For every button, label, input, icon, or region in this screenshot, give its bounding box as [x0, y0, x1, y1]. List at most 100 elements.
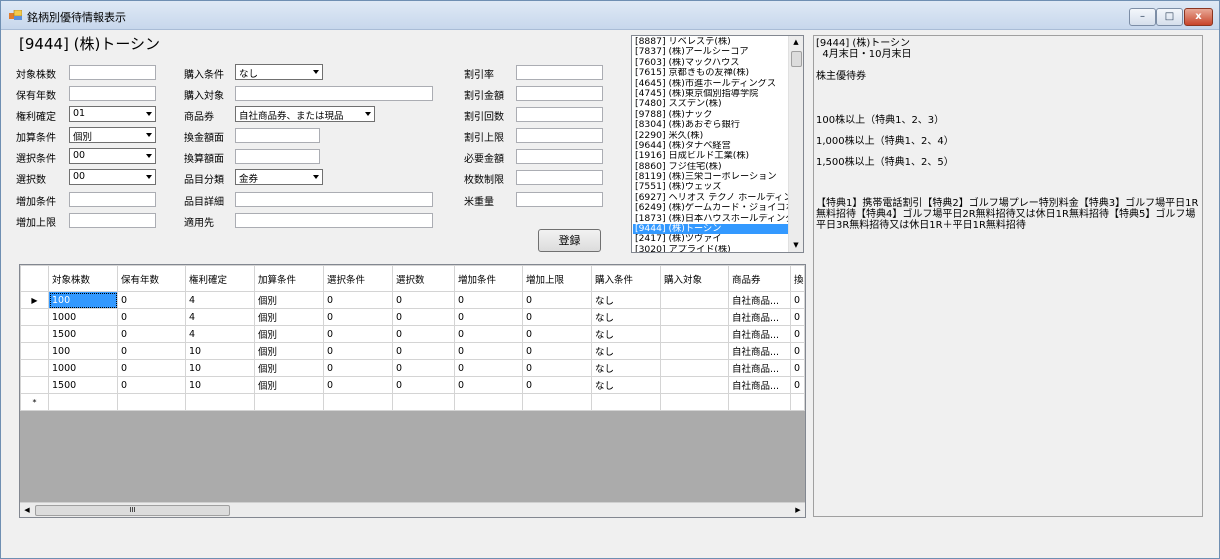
table-cell[interactable]: 自社商品... — [728, 359, 791, 377]
scroll-left-icon[interactable]: ◀ — [20, 503, 34, 517]
table-cell[interactable]: 0 — [117, 308, 186, 326]
grid-scroll-thumb[interactable]: III — [35, 505, 230, 516]
table-cell[interactable]: 0 — [522, 308, 592, 326]
rights-date-combo[interactable]: 01 — [69, 106, 156, 122]
table-cell[interactable] — [522, 393, 592, 411]
stock-list-item[interactable]: [6927] ヘリオス テクノ ホールディング( — [633, 193, 790, 203]
table-cell[interactable] — [660, 325, 729, 343]
table-cell[interactable]: 0 — [790, 291, 805, 309]
table-cell[interactable] — [117, 393, 186, 411]
stock-list-item[interactable]: [7837] (株)アールシーコア — [633, 47, 790, 57]
row-header[interactable] — [20, 342, 49, 360]
table-cell[interactable]: なし — [591, 376, 661, 394]
required-amount-field[interactable] — [516, 149, 603, 164]
stock-list-item[interactable]: [8860] フジ住宅(株) — [633, 162, 790, 172]
table-cell[interactable]: 0 — [323, 325, 393, 343]
table-cell[interactable]: 0 — [454, 342, 523, 360]
table-row[interactable]: 1500 0 4 個別 0 0 0 0 なし 自社商品... 0 — [20, 325, 805, 343]
table-cell[interactable] — [254, 393, 324, 411]
table-cell[interactable]: 0 — [117, 376, 186, 394]
table-cell[interactable]: 0 — [454, 325, 523, 343]
table-row[interactable]: 100 0 10 個別 0 0 0 0 なし 自社商品... 0 — [20, 342, 805, 360]
table-cell[interactable]: 4 — [185, 308, 255, 326]
item-detail-field[interactable] — [235, 192, 433, 207]
table-cell[interactable]: 0 — [392, 342, 455, 360]
stock-list-item[interactable]: [9444] (株)トーシン — [633, 224, 790, 235]
table-cell[interactable]: 個別 — [254, 376, 324, 394]
table-cell[interactable]: 0 — [323, 308, 393, 326]
table-cell[interactable] — [185, 393, 255, 411]
table-cell[interactable]: なし — [591, 359, 661, 377]
grid-column-header[interactable]: 購入条件 — [591, 265, 661, 292]
table-cell[interactable]: 100 — [48, 342, 118, 360]
register-button[interactable]: 登録 — [538, 229, 601, 252]
table-cell[interactable]: 0 — [323, 359, 393, 377]
grid-column-header[interactable]: 商品券 — [728, 265, 791, 292]
table-cell[interactable]: なし — [591, 308, 661, 326]
table-cell[interactable] — [790, 393, 805, 411]
stock-list-item[interactable]: [9788] (株)ナック — [633, 110, 790, 120]
table-cell[interactable]: 0 — [790, 359, 805, 377]
stock-list-item[interactable]: [8119] (株)三栄コーポレーション — [633, 172, 790, 182]
table-cell[interactable]: 個別 — [254, 342, 324, 360]
stock-list-item[interactable]: [6249] (株)ゲームカード・ジョイコホール — [633, 203, 790, 213]
table-cell[interactable]: 0 — [522, 342, 592, 360]
list-scrollbar[interactable]: ▲ ▼ — [788, 36, 803, 252]
scroll-down-icon[interactable]: ▼ — [789, 239, 803, 252]
discount-rate-field[interactable] — [516, 65, 603, 80]
table-cell[interactable]: 個別 — [254, 308, 324, 326]
table-cell[interactable]: 個別 — [254, 325, 324, 343]
table-cell[interactable] — [454, 393, 523, 411]
stock-list-item[interactable]: [7551] (株)ウェッズ — [633, 182, 790, 192]
table-cell[interactable]: 0 — [454, 359, 523, 377]
stock-list-item[interactable]: [1916] 日成ビルド工業(株) — [633, 151, 790, 161]
purchase-target-field[interactable] — [235, 86, 433, 101]
table-cell[interactable]: 自社商品... — [728, 291, 791, 309]
row-header[interactable] — [20, 376, 49, 394]
target-shares-field[interactable] — [69, 65, 156, 80]
table-cell[interactable]: 0 — [117, 291, 186, 309]
table-row[interactable]: 1000 0 4 個別 0 0 0 0 なし 自社商品... 0 — [20, 308, 805, 326]
table-cell[interactable]: なし — [591, 325, 661, 343]
table-row[interactable]: ▶ 100 0 4 個別 0 0 0 0 なし 自社商品... 0 — [20, 291, 805, 309]
discount-amount-field[interactable] — [516, 86, 603, 101]
table-cell[interactable] — [728, 393, 791, 411]
table-cell[interactable]: 0 — [454, 291, 523, 309]
table-cell[interactable] — [660, 291, 729, 309]
increase-condition-field[interactable] — [69, 192, 156, 207]
table-cell[interactable]: 0 — [522, 376, 592, 394]
table-cell[interactable]: 0 — [392, 359, 455, 377]
table-cell[interactable] — [660, 308, 729, 326]
table-cell[interactable]: 10 — [185, 359, 255, 377]
table-cell[interactable]: 0 — [323, 342, 393, 360]
stock-list-item[interactable]: [3020] アプライド(株) — [633, 245, 790, 252]
table-cell[interactable]: 0 — [392, 308, 455, 326]
discount-count-field[interactable] — [516, 107, 603, 122]
increase-limit-field[interactable] — [69, 213, 156, 228]
table-cell[interactable]: 0 — [790, 308, 805, 326]
cash-face-value-field[interactable] — [235, 128, 320, 143]
table-cell[interactable]: 自社商品... — [728, 325, 791, 343]
table-cell[interactable]: 4 — [185, 325, 255, 343]
grid-column-header[interactable]: 増加上限 — [522, 265, 592, 292]
stock-list-item[interactable]: [7603] (株)マックハウス — [633, 58, 790, 68]
scroll-up-icon[interactable]: ▲ — [789, 36, 803, 49]
grid-horizontal-scrollbar[interactable]: ◀ III ▶ — [20, 502, 805, 517]
stock-list-item[interactable]: [2417] (株)ツヴァイ — [633, 234, 790, 244]
table-cell[interactable] — [660, 342, 729, 360]
rice-weight-field[interactable] — [516, 192, 603, 207]
table-cell[interactable]: なし — [591, 342, 661, 360]
stock-list-item[interactable]: [7480] スズデン(株) — [633, 99, 790, 109]
grid-column-header[interactable]: 権利確定 — [185, 265, 255, 292]
table-cell[interactable]: 10 — [185, 342, 255, 360]
grid-column-header[interactable]: 換 — [790, 265, 805, 292]
table-cell[interactable]: 0 — [790, 342, 805, 360]
minimize-button[interactable]: – — [1129, 8, 1156, 26]
stock-list-item[interactable]: [4645] (株)市進ホールディングス — [633, 79, 790, 89]
holding-years-field[interactable] — [69, 86, 156, 101]
table-cell[interactable]: 個別 — [254, 359, 324, 377]
table-cell[interactable]: 0 — [392, 291, 455, 309]
table-cell[interactable] — [660, 376, 729, 394]
table-cell[interactable]: 0 — [454, 308, 523, 326]
table-cell[interactable] — [48, 393, 118, 411]
